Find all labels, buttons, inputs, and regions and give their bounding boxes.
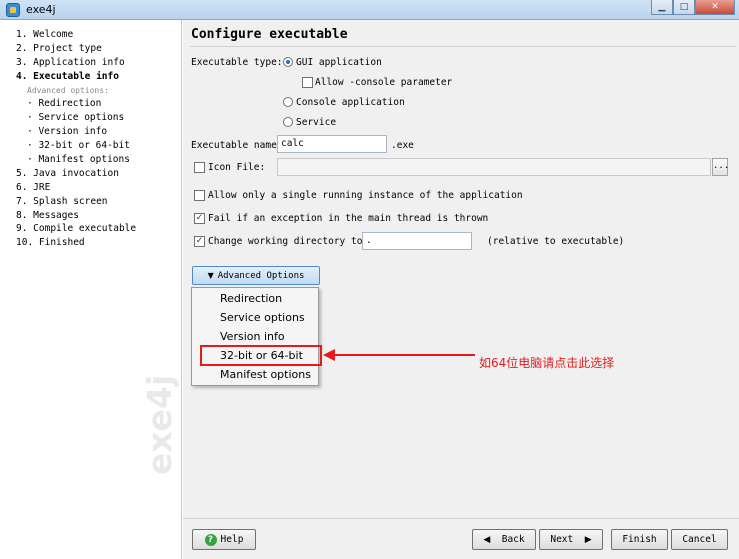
finish-button[interactable]: Finish: [611, 529, 668, 550]
executable-name-input[interactable]: calc: [277, 135, 387, 153]
allow-console-label[interactable]: Allow -console parameter: [315, 77, 452, 88]
step-application-info[interactable]: 3. Application info: [16, 56, 136, 70]
gui-application-radio[interactable]: [283, 57, 293, 67]
exe-suffix-label: .exe: [391, 140, 414, 151]
step-project-type[interactable]: 2. Project type: [16, 42, 136, 56]
substep-service-options[interactable]: Service options: [16, 111, 136, 125]
console-application-radio[interactable]: [283, 97, 293, 107]
footer-divider: [183, 518, 739, 519]
substep-redirection[interactable]: Redirection: [16, 97, 136, 111]
triangle-down-icon: ▼: [207, 271, 214, 280]
substep-manifest-options[interactable]: Manifest options: [16, 153, 136, 167]
wizard-step-sidebar: 1. Welcome 2. Project type 3. Applicatio…: [0, 20, 182, 559]
service-radio[interactable]: [283, 117, 293, 127]
step-finished[interactable]: 10. Finished: [16, 236, 136, 250]
annotation-highlight-box: [200, 345, 322, 366]
main-content-panel: Configure executable Executable type: GU…: [183, 20, 739, 559]
substep-version-info[interactable]: Version info: [16, 125, 136, 139]
step-executable-info[interactable]: 4. Executable info: [16, 70, 136, 84]
minimize-button[interactable]: ▁: [651, 0, 673, 15]
icon-file-input[interactable]: [277, 158, 711, 176]
arrow-right-icon: ▶: [584, 535, 592, 545]
single-instance-label[interactable]: Allow only a single running instance of …: [208, 190, 523, 201]
console-application-label[interactable]: Console application: [296, 97, 405, 108]
maximize-button[interactable]: □: [673, 0, 695, 15]
step-compile-executable[interactable]: 9. Compile executable: [16, 222, 136, 236]
icon-file-checkbox[interactable]: [194, 162, 205, 173]
cancel-button[interactable]: Cancel: [671, 529, 728, 550]
back-label: Back: [501, 534, 525, 545]
menu-item-version-info[interactable]: Version info: [220, 327, 285, 346]
back-button[interactable]: ◀ Back: [472, 529, 536, 550]
advanced-options-label: Advanced Options: [217, 271, 305, 281]
fail-exception-checkbox[interactable]: ✓: [194, 213, 205, 224]
annotation-text: 如64位电脑请点击此选择: [479, 356, 615, 370]
menu-item-manifest-options[interactable]: Manifest options: [220, 365, 311, 384]
service-label[interactable]: Service: [296, 117, 336, 128]
change-directory-checkbox[interactable]: ✓: [194, 236, 205, 247]
substep-32-or-64-bit[interactable]: 32-bit or 64-bit: [16, 139, 136, 153]
close-button[interactable]: ✕: [695, 0, 735, 15]
exe4j-app-icon: [6, 3, 20, 17]
menu-item-service-options[interactable]: Service options: [220, 308, 305, 327]
working-directory-input[interactable]: .: [362, 232, 472, 250]
executable-name-label: Executable name:: [191, 140, 283, 151]
help-label: Help: [220, 534, 244, 545]
advanced-options-menu: Redirection Service options Version info…: [191, 287, 319, 386]
gui-application-label[interactable]: GUI application: [296, 57, 382, 68]
exe4j-watermark-logo: exe4j: [140, 374, 179, 475]
help-icon: ?: [204, 533, 217, 546]
step-java-invocation[interactable]: 5. Java invocation: [16, 167, 136, 181]
icon-file-label[interactable]: Icon File:: [208, 162, 265, 173]
menu-item-redirection[interactable]: Redirection: [220, 289, 282, 308]
step-splash-screen[interactable]: 7. Splash screen: [16, 195, 136, 209]
single-instance-checkbox[interactable]: [194, 190, 205, 201]
annotation-arrow-line: [333, 354, 475, 356]
arrow-left-icon: ◀: [483, 535, 491, 545]
relative-to-executable-label: (relative to executable): [487, 236, 625, 247]
advanced-options-button[interactable]: ▼ Advanced Options: [192, 266, 320, 285]
window-titlebar: exe4j ▁ □ ✕: [0, 0, 739, 20]
advanced-options-heading: Advanced options:: [27, 85, 109, 95]
fail-exception-label[interactable]: Fail if an exception in the main thread …: [208, 213, 488, 224]
step-jre[interactable]: 6. JRE: [16, 181, 136, 195]
help-button[interactable]: ? Help: [192, 529, 256, 550]
next-label: Next: [550, 534, 574, 545]
executable-type-label: Executable type:: [191, 57, 283, 68]
icon-file-browse-button[interactable]: ...: [712, 158, 729, 176]
wizard-step-list: 1. Welcome 2. Project type 3. Applicatio…: [16, 28, 136, 250]
allow-console-checkbox[interactable]: [302, 77, 313, 88]
next-button[interactable]: Next ▶: [539, 529, 603, 550]
title-divider: [190, 46, 736, 47]
step-welcome[interactable]: 1. Welcome: [16, 28, 136, 42]
change-directory-label[interactable]: Change working directory to:: [208, 236, 368, 247]
page-title: Configure executable: [191, 27, 348, 42]
window-title: exe4j: [26, 3, 56, 16]
window-controls: ▁ □ ✕: [651, 0, 735, 16]
step-messages[interactable]: 8. Messages: [16, 209, 136, 223]
